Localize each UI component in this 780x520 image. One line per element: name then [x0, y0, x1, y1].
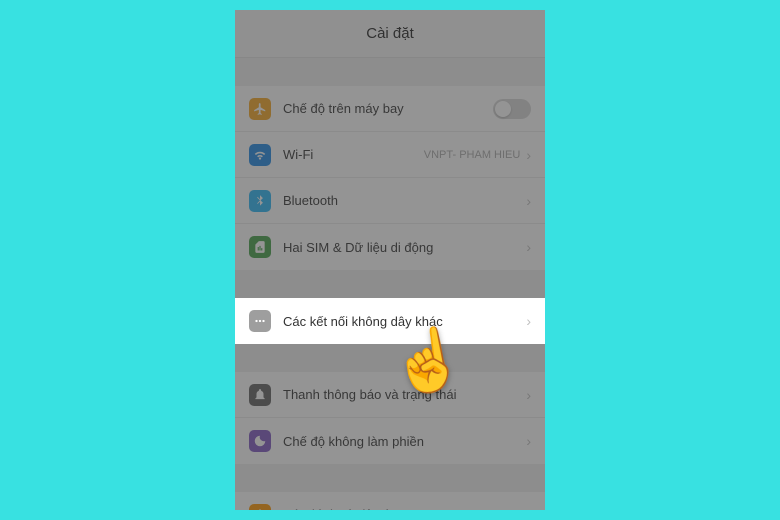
row-airplane-mode[interactable]: Chế độ trên máy bay	[235, 86, 545, 132]
wifi-value: VNPT- PHAM HIEU	[424, 149, 521, 161]
section-gap	[235, 270, 545, 298]
section-gap	[235, 464, 545, 492]
row-label: Wi-Fi	[283, 147, 424, 162]
row-status-bar[interactable]: Thanh thông báo và trạng thái ›	[235, 372, 545, 418]
row-bluetooth[interactable]: Bluetooth ›	[235, 178, 545, 224]
display-group: Màn hình và độ sáng › Tạp chí về hình nề…	[235, 492, 545, 510]
chevron-right-icon: ›	[526, 507, 531, 511]
wifi-icon	[249, 144, 271, 166]
chevron-right-icon: ›	[526, 239, 531, 255]
pointer-hand-icon: ☝️	[384, 319, 470, 402]
chevron-right-icon: ›	[526, 387, 531, 403]
chevron-right-icon: ›	[526, 313, 531, 329]
row-label: Chế độ trên máy bay	[283, 101, 493, 116]
airplane-icon	[249, 98, 271, 120]
section-gap	[235, 58, 545, 86]
row-label: Màn hình và độ sáng	[283, 507, 526, 510]
row-display-brightness[interactable]: Màn hình và độ sáng ›	[235, 492, 545, 510]
row-label: Các kết nối không dây khác	[283, 314, 526, 329]
bluetooth-icon	[249, 190, 271, 212]
airplane-toggle[interactable]	[493, 99, 531, 119]
chevron-right-icon: ›	[526, 433, 531, 449]
chevron-right-icon: ›	[526, 193, 531, 209]
row-sim-data[interactable]: Hai SIM & Dữ liệu di động ›	[235, 224, 545, 270]
connectivity-group: Chế độ trên máy bay Wi-Fi VNPT- PHAM HIE…	[235, 86, 545, 270]
settings-screen: Cài đặt Chế độ trên máy bay Wi-Fi VNPT- …	[235, 10, 545, 510]
moon-icon	[249, 430, 271, 452]
chevron-right-icon: ›	[526, 147, 531, 163]
page-title: Cài đặt	[366, 25, 414, 42]
row-label: Bluetooth	[283, 193, 526, 208]
notification-icon	[249, 384, 271, 406]
row-label: Chế độ không làm phiền	[283, 434, 526, 449]
row-do-not-disturb[interactable]: Chế độ không làm phiền ›	[235, 418, 545, 464]
notification-group: Thanh thông báo và trạng thái › Chế độ k…	[235, 372, 545, 464]
brightness-icon	[249, 504, 271, 511]
row-label: Hai SIM & Dữ liệu di động	[283, 240, 526, 255]
header: Cài đặt	[235, 10, 545, 58]
more-icon	[249, 310, 271, 332]
row-wifi[interactable]: Wi-Fi VNPT- PHAM HIEU ›	[235, 132, 545, 178]
sim-icon	[249, 236, 271, 258]
